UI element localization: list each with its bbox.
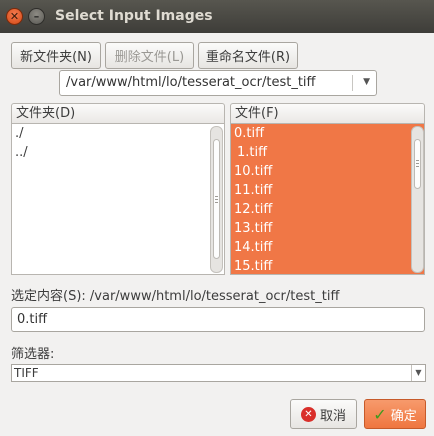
minimize-icon[interactable]: –: [28, 8, 45, 25]
cancel-label: 取消: [319, 408, 346, 424]
files-header[interactable]: 文件(F): [230, 103, 425, 124]
selection-label-text: 选定内容(S):: [11, 289, 86, 304]
chevron-down-icon[interactable]: ▼: [363, 77, 370, 87]
path-combo[interactable]: /var/www/html/lo/tesserat_ocr/test_tiff …: [59, 70, 377, 96]
cancel-button[interactable]: ✕ 取消: [290, 399, 357, 429]
cancel-icon: ✕: [300, 406, 316, 422]
selection-path: /var/www/html/lo/tesserat_ocr/test_tiff: [89, 289, 340, 304]
list-item[interactable]: 10.tiff: [231, 162, 424, 181]
selection-label: 选定内容(S): /var/www/html/lo/tesserat_ocr/t…: [11, 285, 339, 304]
folders-list[interactable]: ./ ../: [11, 123, 225, 275]
chevron-down-icon[interactable]: ▼: [411, 365, 425, 381]
filter-label: 筛选器:: [11, 347, 55, 362]
files-scrollbar[interactable]: [411, 126, 424, 273]
ok-label: 确定: [390, 408, 417, 424]
new-folder-button[interactable]: 新文件夹(N): [11, 42, 101, 69]
list-item[interactable]: 0.tiff: [231, 124, 424, 143]
list-item[interactable]: 13.tiff: [231, 219, 424, 238]
filter-select[interactable]: TIFF ▼: [11, 364, 426, 382]
files-scroll-thumb[interactable]: [414, 139, 421, 189]
delete-file-button[interactable]: 删除文件(L): [105, 42, 194, 69]
folders-scrollbar[interactable]: [210, 126, 223, 273]
list-item[interactable]: ../: [12, 143, 224, 162]
list-item[interactable]: 12.tiff: [231, 200, 424, 219]
selection-input[interactable]: 0.tiff: [11, 307, 425, 332]
rename-file-button[interactable]: 重命名文件(R): [198, 42, 298, 69]
files-list[interactable]: 0.tiff 1.tiff 10.tiff 11.tiff 12.tiff 13…: [230, 123, 425, 275]
list-item[interactable]: ./: [12, 124, 224, 143]
ok-button[interactable]: ✓ 确定: [364, 399, 426, 429]
filter-value: TIFF: [14, 366, 39, 380]
folders-scroll-thumb[interactable]: [213, 139, 220, 259]
list-item[interactable]: 1.tiff: [231, 143, 424, 162]
window-title: Select Input Images: [55, 8, 213, 24]
list-item[interactable]: 11.tiff: [231, 181, 424, 200]
title-bar: ✕ – Select Input Images: [0, 0, 434, 33]
folders-header[interactable]: 文件夹(D): [11, 103, 225, 124]
checkmark-icon: ✓: [373, 404, 387, 424]
combo-separator: [352, 75, 353, 91]
list-item[interactable]: 15.tiff: [231, 257, 424, 274]
path-combo-value: /var/www/html/lo/tesserat_ocr/test_tiff: [66, 75, 316, 90]
close-icon[interactable]: ✕: [6, 8, 23, 25]
list-item[interactable]: 14.tiff: [231, 238, 424, 257]
